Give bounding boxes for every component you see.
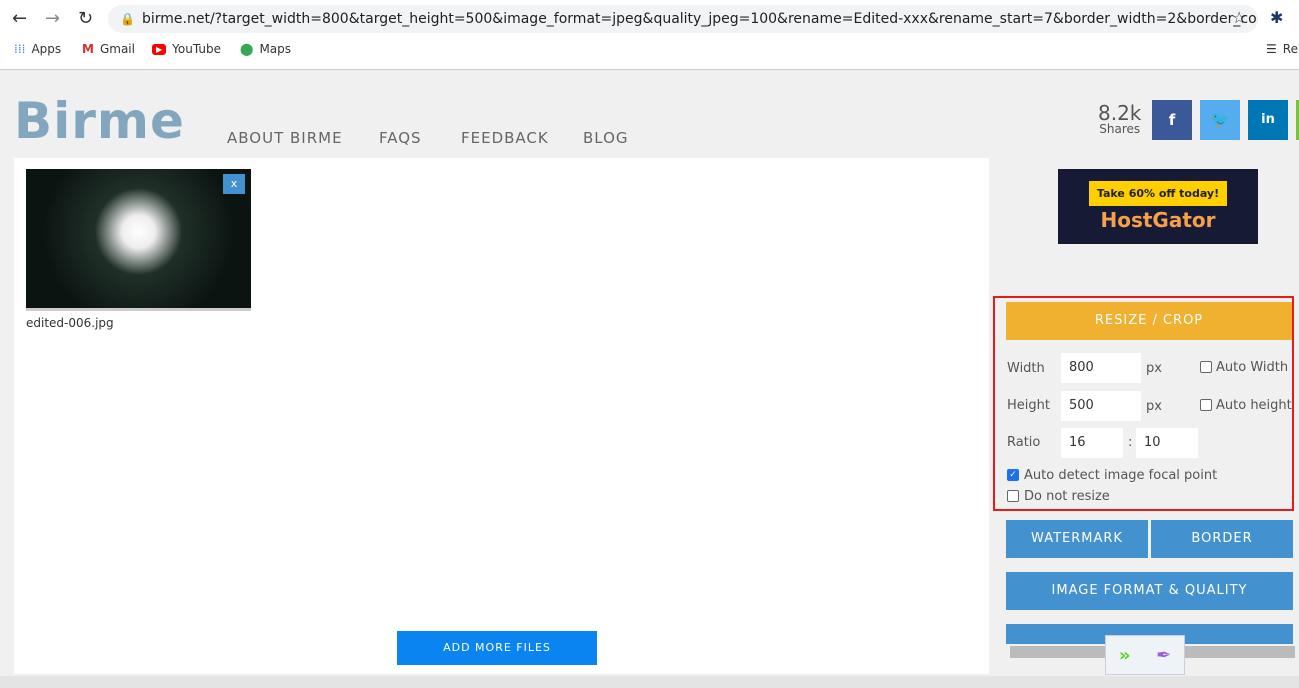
youtube-icon: ▶ bbox=[152, 43, 167, 55]
feather-icon[interactable]: ✒ bbox=[1156, 645, 1171, 666]
facebook-share-button[interactable]: f bbox=[1152, 100, 1192, 140]
back-icon[interactable]: ← bbox=[12, 8, 27, 29]
lock-icon: 🔒 bbox=[120, 12, 135, 26]
url-text: birme.net/?target_width=800&target_heigh… bbox=[142, 11, 1258, 27]
share-label: Shares bbox=[1099, 122, 1141, 136]
height-label: Height bbox=[1007, 398, 1050, 413]
border-button[interactable]: BORDER bbox=[1151, 520, 1293, 558]
ad-brand: HostGator bbox=[1100, 208, 1216, 232]
share-number: 8.2k bbox=[1098, 101, 1142, 125]
resize-crop-header[interactable]: RESIZE / CROP bbox=[1006, 302, 1292, 340]
auto-height-checkbox[interactable] bbox=[1200, 399, 1212, 411]
bookmark-maps[interactable]: ⬤ Maps bbox=[240, 42, 291, 56]
image-format-quality-button[interactable]: IMAGE FORMAT & QUALITY bbox=[1006, 572, 1293, 610]
bottom-bar bbox=[0, 676, 1299, 688]
bookmark-gmail[interactable]: M Gmail bbox=[82, 42, 135, 56]
ratio-label: Ratio bbox=[1007, 435, 1041, 450]
width-unit: px bbox=[1146, 361, 1162, 376]
hostgator-ad[interactable]: Take 60% off today! HostGator bbox=[1058, 169, 1258, 244]
extensions-icon[interactable]: ✱ bbox=[1270, 8, 1283, 27]
focal-point-checkbox[interactable]: ✓ bbox=[1007, 469, 1019, 481]
height-input[interactable]: 500 bbox=[1061, 391, 1141, 421]
file-area: x edited-006.jpg ADD MORE FILES bbox=[14, 158, 989, 674]
reading-list[interactable]: ☰ Re bbox=[1266, 42, 1298, 56]
maps-icon: ⬤ bbox=[240, 42, 254, 56]
ratio-separator: : bbox=[1128, 435, 1133, 450]
gmail-icon: M bbox=[82, 42, 94, 56]
resize-crop-panel: RESIZE / CROP Width 800 px Auto Width He… bbox=[993, 296, 1294, 511]
nav-faqs[interactable]: FAQS bbox=[379, 129, 422, 147]
nav-about[interactable]: ABOUT BIRME bbox=[227, 129, 343, 147]
ad-promo: Take 60% off today! bbox=[1088, 181, 1228, 206]
share-count: 8.2k Shares bbox=[1098, 103, 1141, 135]
apps-icon: ⁞⁞⁞ bbox=[14, 42, 26, 56]
linkedin-share-button[interactable]: in bbox=[1248, 100, 1288, 140]
focal-point-label: Auto detect image focal point bbox=[1024, 468, 1218, 483]
bookmark-apps[interactable]: ⁞⁞⁞ Apps bbox=[14, 42, 61, 56]
reload-icon[interactable]: ↻ bbox=[78, 8, 93, 29]
nav-blog[interactable]: BLOG bbox=[583, 129, 629, 147]
auto-width-label: Auto Width bbox=[1216, 360, 1289, 375]
browser-chrome: ← → ↻ 🔒 birme.net/?target_width=800&targe… bbox=[0, 0, 1299, 70]
width-label: Width bbox=[1007, 361, 1045, 376]
star-icon[interactable]: ☆ bbox=[1232, 8, 1246, 27]
reading-list-icon: ☰ bbox=[1266, 42, 1277, 56]
remove-file-button[interactable]: x bbox=[223, 174, 245, 194]
twitter-share-button[interactable]: 🐦 bbox=[1200, 100, 1240, 140]
width-input[interactable]: 800 bbox=[1061, 353, 1141, 383]
ratio-height-input[interactable]: 10 bbox=[1136, 428, 1198, 458]
file-name: edited-006.jpg bbox=[26, 316, 114, 330]
floating-toolbar: » ✒ bbox=[1105, 635, 1185, 675]
height-unit: px bbox=[1146, 399, 1162, 414]
twitter-icon: 🐦 bbox=[1210, 110, 1230, 129]
image-thumbnail[interactable]: x bbox=[26, 169, 251, 311]
address-bar[interactable]: 🔒 birme.net/?target_width=800&target_heig… bbox=[108, 5, 1258, 33]
forward-icon[interactable]: → bbox=[45, 8, 60, 29]
do-not-resize-checkbox[interactable] bbox=[1007, 490, 1019, 502]
forward-chevrons-icon[interactable]: » bbox=[1119, 645, 1131, 666]
do-not-resize-label: Do not resize bbox=[1024, 489, 1110, 504]
auto-height-label: Auto height bbox=[1216, 398, 1292, 413]
birme-logo[interactable]: Birme bbox=[14, 92, 185, 150]
nav-feedback[interactable]: FEEDBACK bbox=[461, 129, 549, 147]
watermark-button[interactable]: WATERMARK bbox=[1006, 520, 1148, 558]
bookmark-youtube[interactable]: ▶ YouTube bbox=[152, 42, 221, 56]
ratio-width-input[interactable]: 16 bbox=[1061, 428, 1123, 458]
auto-width-checkbox[interactable] bbox=[1200, 361, 1212, 373]
add-more-files-button[interactable]: ADD MORE FILES bbox=[397, 631, 597, 665]
